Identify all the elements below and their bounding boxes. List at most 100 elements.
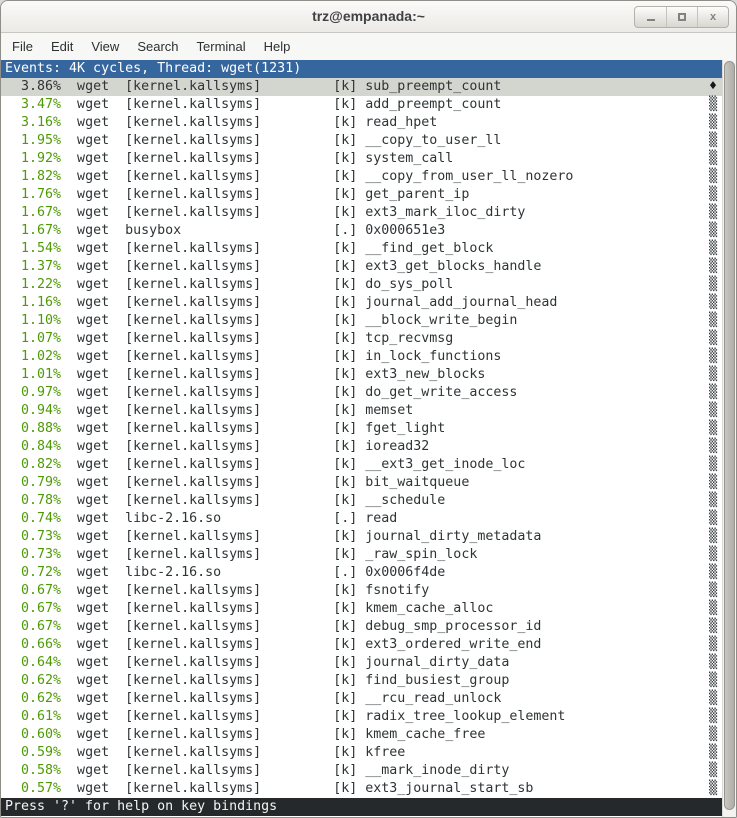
- menu-item-search[interactable]: Search: [128, 35, 187, 58]
- perf-row[interactable]: 1.76% wget [kernel.kallsyms] [k] get_par…: [1, 186, 722, 204]
- row-percent: 0.67%: [5, 619, 61, 634]
- perf-row[interactable]: 1.67% wget busybox [.] 0x000651e3▒: [1, 222, 722, 240]
- menu-item-view[interactable]: View: [82, 35, 128, 58]
- row-percent: 1.95%: [5, 133, 61, 148]
- perf-row[interactable]: 0.61% wget [kernel.kallsyms] [k] radix_t…: [1, 708, 722, 726]
- row-symbol-info: wget [kernel.kallsyms] [k] debug_smp_pro…: [61, 619, 541, 634]
- perf-row[interactable]: 1.10% wget [kernel.kallsyms] [k] __block…: [1, 312, 722, 330]
- scroll-track-icon: ▒: [709, 258, 717, 276]
- row-symbol-info: wget [kernel.kallsyms] [k] find_busiest_…: [61, 673, 509, 688]
- row-percent: 0.97%: [5, 385, 61, 400]
- perf-row[interactable]: 1.54% wget [kernel.kallsyms] [k] __find_…: [1, 240, 722, 258]
- row-percent: 0.61%: [5, 709, 61, 724]
- row-percent: 0.73%: [5, 547, 61, 562]
- menu-item-edit[interactable]: Edit: [42, 35, 82, 58]
- row-symbol-info: wget [kernel.kallsyms] [k] sub_preempt_c…: [61, 79, 501, 94]
- minimize-button[interactable]: [635, 7, 666, 27]
- row-symbol-info: wget [kernel.kallsyms] [k] read_hpet: [61, 115, 437, 130]
- perf-row[interactable]: 0.67% wget [kernel.kallsyms] [k] kmem_ca…: [1, 600, 722, 618]
- perf-row[interactable]: 0.62% wget [kernel.kallsyms] [k] __rcu_r…: [1, 690, 722, 708]
- row-symbol-info: wget [kernel.kallsyms] [k] __schedule: [61, 493, 445, 508]
- perf-row[interactable]: 0.73% wget [kernel.kallsyms] [k] journal…: [1, 528, 722, 546]
- terminal-scrollbar[interactable]: [722, 60, 736, 818]
- perf-row[interactable]: 0.60% wget [kernel.kallsyms] [k] kmem_ca…: [1, 726, 722, 744]
- row-percent: 0.74%: [5, 511, 61, 526]
- perf-row[interactable]: 1.02% wget [kernel.kallsyms] [k] in_lock…: [1, 348, 722, 366]
- scroll-track-icon: ▒: [709, 528, 717, 546]
- scroll-track-icon: ▒: [709, 510, 717, 528]
- scroll-track-icon: ▒: [709, 690, 717, 708]
- maximize-button[interactable]: [666, 7, 697, 27]
- titlebar[interactable]: trz@empanada:~ x: [1, 1, 736, 33]
- row-percent: 0.62%: [5, 691, 61, 706]
- row-symbol-info: wget [kernel.kallsyms] [k] kfree: [61, 745, 405, 760]
- perf-row[interactable]: 1.22% wget [kernel.kallsyms] [k] do_sys_…: [1, 276, 722, 294]
- perf-row[interactable]: 1.92% wget [kernel.kallsyms] [k] system_…: [1, 150, 722, 168]
- perf-row[interactable]: 0.59% wget [kernel.kallsyms] [k] kfree▒: [1, 744, 722, 762]
- perf-row[interactable]: 3.86% wget [kernel.kallsyms] [k] sub_pre…: [1, 78, 722, 96]
- perf-row[interactable]: 0.94% wget [kernel.kallsyms] [k] memset▒: [1, 402, 722, 420]
- row-symbol-info: wget [kernel.kallsyms] [k] fget_light: [61, 421, 445, 436]
- perf-row[interactable]: 3.47% wget [kernel.kallsyms] [k] add_pre…: [1, 96, 722, 114]
- row-percent: 3.47%: [5, 97, 61, 112]
- row-symbol-info: wget [kernel.kallsyms] [k] bit_waitqueue: [61, 475, 469, 490]
- row-symbol-info: wget [kernel.kallsyms] [k] __ext3_get_in…: [61, 457, 525, 472]
- perf-row[interactable]: 0.84% wget [kernel.kallsyms] [k] ioread3…: [1, 438, 722, 456]
- scroll-track-icon: ▒: [709, 168, 717, 186]
- row-percent: 0.82%: [5, 457, 61, 472]
- scroll-track-icon: ▒: [709, 312, 717, 330]
- perf-row[interactable]: 0.73% wget [kernel.kallsyms] [k] _raw_sp…: [1, 546, 722, 564]
- minimize-icon: [647, 19, 655, 21]
- perf-row[interactable]: 1.67% wget [kernel.kallsyms] [k] ext3_ma…: [1, 204, 722, 222]
- row-symbol-info: wget [kernel.kallsyms] [k] system_call: [61, 151, 453, 166]
- perf-row[interactable]: 0.57% wget [kernel.kallsyms] [k] ext3_jo…: [1, 780, 722, 798]
- perf-row[interactable]: 0.79% wget [kernel.kallsyms] [k] bit_wai…: [1, 474, 722, 492]
- row-symbol-info: wget libc-2.16.so [.] read: [61, 511, 397, 526]
- perf-row[interactable]: 1.07% wget [kernel.kallsyms] [k] tcp_rec…: [1, 330, 722, 348]
- scrollbar-thumb[interactable]: [724, 61, 735, 810]
- close-button[interactable]: x: [697, 7, 728, 27]
- row-percent: 1.54%: [5, 241, 61, 256]
- perf-row[interactable]: 0.82% wget [kernel.kallsyms] [k] __ext3_…: [1, 456, 722, 474]
- scroll-track-icon: ▒: [709, 204, 717, 222]
- perf-row[interactable]: 1.01% wget [kernel.kallsyms] [k] ext3_ne…: [1, 366, 722, 384]
- perf-row[interactable]: 0.74% wget libc-2.16.so [.] read ▒: [1, 510, 722, 528]
- row-percent: 3.16%: [5, 115, 61, 130]
- perf-row[interactable]: 0.88% wget [kernel.kallsyms] [k] fget_li…: [1, 420, 722, 438]
- row-symbol-info: wget [kernel.kallsyms] [k] get_parent_ip: [61, 187, 469, 202]
- perf-row[interactable]: 0.66% wget [kernel.kallsyms] [k] ext3_or…: [1, 636, 722, 654]
- row-symbol-info: wget [kernel.kallsyms] [k] memset: [61, 403, 413, 418]
- row-percent: 0.59%: [5, 745, 61, 760]
- row-symbol-info: wget [kernel.kallsyms] [k] do_get_write_…: [61, 385, 517, 400]
- scroll-track-icon: ▒: [709, 636, 717, 654]
- row-symbol-info: wget [kernel.kallsyms] [k] ext3_new_bloc…: [61, 367, 485, 382]
- perf-row[interactable]: 1.95% wget [kernel.kallsyms] [k] __copy_…: [1, 132, 722, 150]
- terminal-area[interactable]: Events: 4K cycles, Thread: wget(1231) 3.…: [1, 60, 736, 818]
- perf-row[interactable]: 0.67% wget [kernel.kallsyms] [k] debug_s…: [1, 618, 722, 636]
- perf-row[interactable]: 0.78% wget [kernel.kallsyms] [k] __sched…: [1, 492, 722, 510]
- perf-row[interactable]: 1.82% wget [kernel.kallsyms] [k] __copy_…: [1, 168, 722, 186]
- row-symbol-info: wget [kernel.kallsyms] [k] ext3_ordered_…: [61, 637, 541, 652]
- perf-row[interactable]: 3.16% wget [kernel.kallsyms] [k] read_hp…: [1, 114, 722, 132]
- terminal-window: trz@empanada:~ x FileEditViewSearchTermi…: [0, 0, 737, 818]
- menu-item-terminal[interactable]: Terminal: [188, 35, 255, 58]
- perf-row[interactable]: 0.62% wget [kernel.kallsyms] [k] find_bu…: [1, 672, 722, 690]
- row-percent: 0.66%: [5, 637, 61, 652]
- perf-row[interactable]: 0.67% wget [kernel.kallsyms] [k] fsnotif…: [1, 582, 722, 600]
- perf-row[interactable]: 0.64% wget [kernel.kallsyms] [k] journal…: [1, 654, 722, 672]
- menu-item-file[interactable]: File: [3, 35, 42, 58]
- row-percent: 1.01%: [5, 367, 61, 382]
- perf-row[interactable]: 0.58% wget [kernel.kallsyms] [k] __mark_…: [1, 762, 722, 780]
- scroll-track-icon: ▒: [709, 600, 717, 618]
- window-title: trz@empanada:~: [1, 1, 736, 32]
- menu-item-help[interactable]: Help: [255, 35, 300, 58]
- perf-row[interactable]: 0.72% wget libc-2.16.so [.] 0x0006f4de▒: [1, 564, 722, 582]
- perf-row[interactable]: 1.16% wget [kernel.kallsyms] [k] journal…: [1, 294, 722, 312]
- row-symbol-info: wget [kernel.kallsyms] [k] journal_add_j…: [61, 295, 557, 310]
- scroll-track-icon: ▒: [709, 762, 717, 780]
- scroll-track-icon: ▒: [709, 330, 717, 348]
- row-symbol-info: wget [kernel.kallsyms] [k] ioread32: [61, 439, 429, 454]
- row-percent: 0.62%: [5, 673, 61, 688]
- perf-row[interactable]: 1.37% wget [kernel.kallsyms] [k] ext3_ge…: [1, 258, 722, 276]
- perf-row[interactable]: 0.97% wget [kernel.kallsyms] [k] do_get_…: [1, 384, 722, 402]
